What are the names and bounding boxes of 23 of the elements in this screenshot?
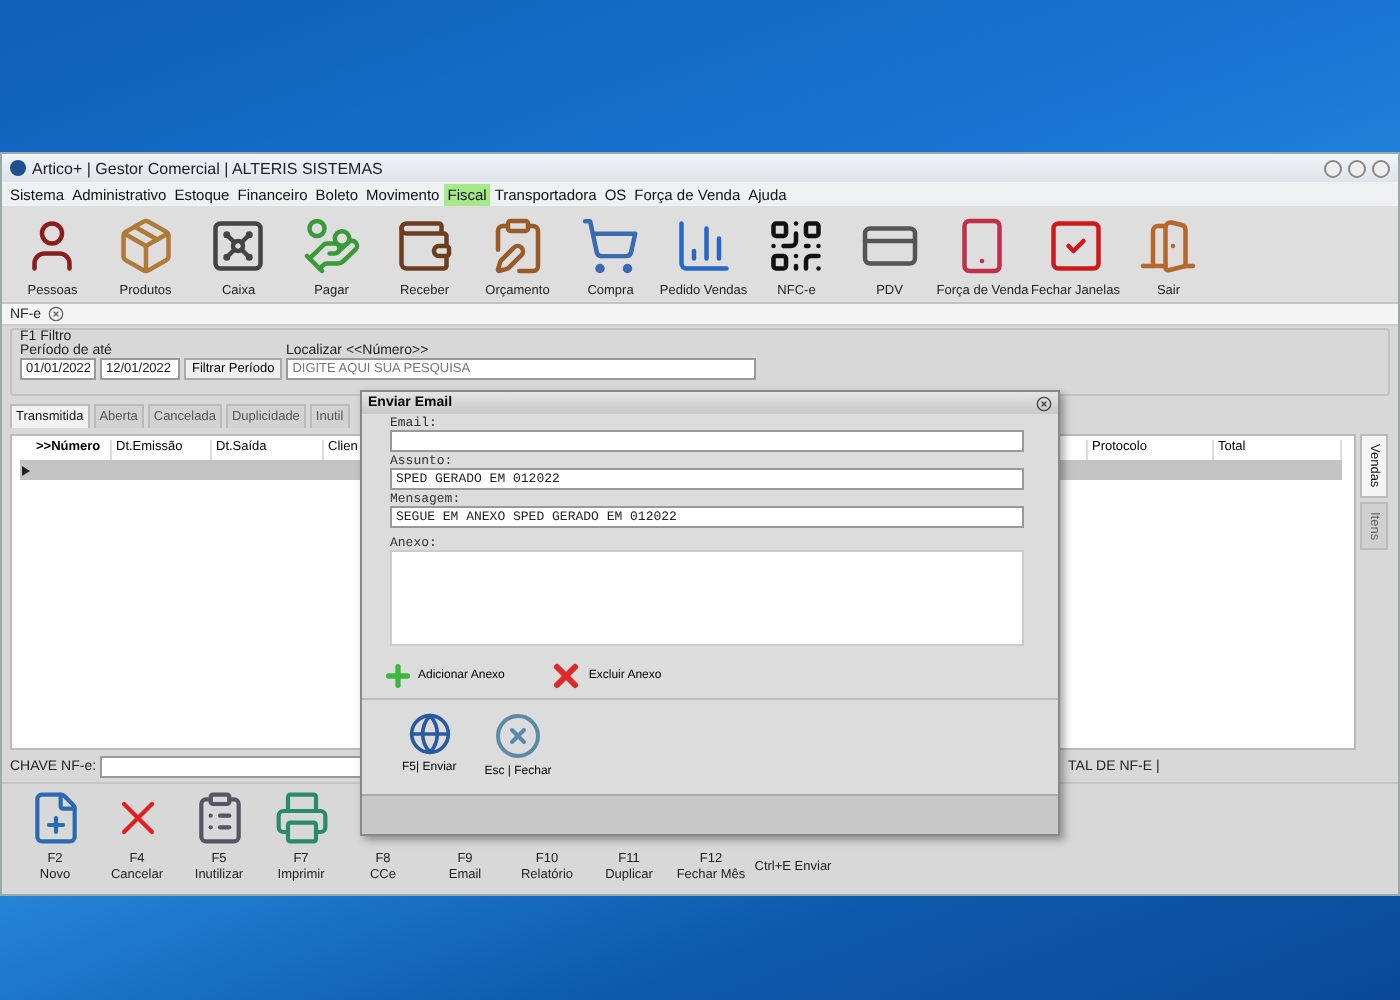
attachment-list[interactable] [390,550,1024,646]
text-field[interactable] [390,430,1024,452]
close-icon[interactable] [1036,395,1052,411]
globe-icon [407,712,452,756]
hand-coins-icon [301,216,362,276]
close-icon[interactable] [47,306,64,322]
window-title: Artico+ | Gestor Comercial | ALTERIS SISTEMAS [32,159,383,177]
close-button[interactable] [1372,159,1390,177]
check-icon [1045,216,1106,276]
plus-icon [382,660,414,692]
wallet-icon [394,216,455,276]
cart-icon [580,216,641,276]
row-pointer-icon [22,465,30,475]
door-icon [1138,216,1199,276]
maximize-button[interactable] [1348,159,1366,177]
package-icon [115,216,176,276]
qr-code-icon [766,216,827,276]
chart-icon [673,216,734,276]
safe-icon [208,216,269,276]
close-icon [494,712,543,760]
minimize-button[interactable] [1324,159,1342,177]
printer-icon [273,790,329,846]
app-icon [10,160,26,176]
